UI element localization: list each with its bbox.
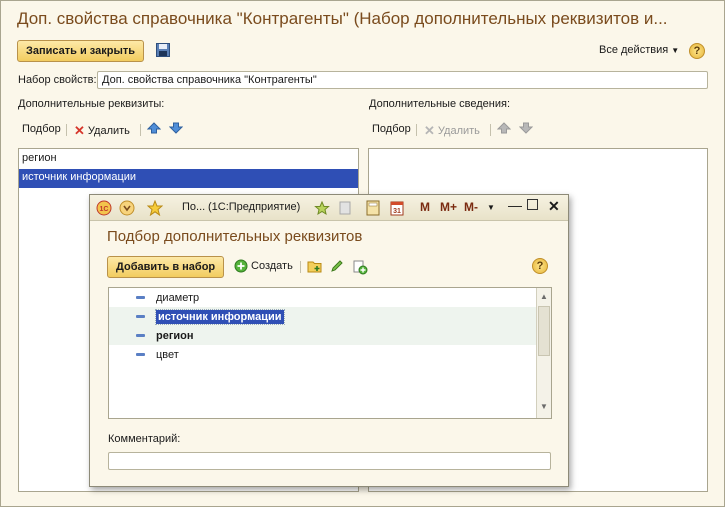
plus-circle-icon: [234, 259, 248, 273]
memory-plus-button[interactable]: M+: [440, 200, 457, 214]
add-to-set-button[interactable]: Добавить в набор: [107, 256, 225, 278]
comment-field[interactable]: [108, 452, 551, 470]
maximize-icon[interactable]: [527, 199, 538, 210]
toolbar-divider: [416, 124, 417, 136]
list-item[interactable]: регион: [19, 150, 358, 169]
row-text: регион: [156, 329, 194, 342]
dialog-help-icon[interactable]: ?: [532, 258, 548, 274]
right-pick-button[interactable]: Подбор: [372, 123, 411, 135]
window-title: Доп. свойства справочника "Контрагенты" …: [17, 9, 668, 28]
delete-icon: ✕: [74, 123, 85, 138]
right-move-up-button[interactable]: [497, 121, 511, 135]
scroll-down-icon[interactable]: ▼: [538, 400, 550, 414]
toolbar-divider: [490, 124, 491, 136]
all-actions-menu[interactable]: Все действия ▼: [599, 44, 679, 56]
chevron-down-icon[interactable]: ▼: [487, 203, 495, 212]
attribute-icon: [136, 315, 145, 318]
minimize-icon[interactable]: —: [508, 197, 522, 213]
left-pick-button[interactable]: Подбор: [22, 123, 61, 135]
left-delete-label: Удалить: [87, 125, 130, 137]
additional-info-heading: Дополнительные сведения:: [369, 98, 510, 110]
left-pick-label: Подбор: [22, 123, 61, 135]
dialog-title: Подбор дополнительных реквизитов: [107, 228, 363, 245]
copy-icon[interactable]: [352, 259, 368, 275]
attribute-icon: [136, 334, 145, 337]
property-set-label: Набор свойств:: [18, 74, 97, 86]
right-delete-label: Удалить: [437, 125, 480, 137]
app-name-label: (1С:Предприятие): [208, 201, 301, 213]
arrow-down-icon: [519, 122, 533, 134]
close-icon[interactable]: ✕: [548, 198, 560, 215]
attributes-grid[interactable]: диаметр источник информации регион цвет …: [108, 287, 552, 419]
pick-attributes-dialog: 1С По... (1С:Предприятие) 31 M M+ M- ▼ —…: [89, 194, 569, 487]
right-pick-label: Подбор: [372, 123, 411, 135]
save-and-close-button[interactable]: Записать и закрыть: [17, 40, 145, 62]
grid-scrollbar[interactable]: ▲ ▼: [536, 288, 551, 418]
calendar-icon[interactable]: 31: [389, 200, 405, 216]
additional-attributes-heading: Дополнительные реквизиты:: [18, 98, 165, 110]
comment-label: Комментарий:: [108, 433, 181, 445]
edit-pencil-icon[interactable]: [330, 259, 344, 273]
right-delete-button[interactable]: ✕ Удалить: [424, 123, 480, 139]
link-icon[interactable]: [337, 200, 353, 216]
save-icon[interactable]: [156, 43, 170, 57]
svg-text:1С: 1С: [100, 206, 109, 213]
property-set-field[interactable]: Доп. свойства справочника "Контрагенты": [97, 71, 708, 89]
row-text: диаметр: [156, 291, 200, 304]
scroll-up-icon[interactable]: ▲: [538, 290, 550, 304]
table-row[interactable]: цвет: [109, 345, 537, 364]
help-icon[interactable]: ?: [689, 43, 705, 59]
move-down-button[interactable]: [169, 121, 183, 135]
all-actions-label: Все действия: [599, 44, 669, 56]
create-label: Создать: [251, 260, 293, 272]
right-move-down-button[interactable]: [519, 121, 533, 135]
arrow-up-icon: [497, 122, 511, 134]
table-row[interactable]: регион: [109, 326, 537, 345]
move-up-button[interactable]: [147, 121, 161, 135]
table-row[interactable]: источник информации: [109, 307, 537, 326]
row-text: цвет: [156, 348, 179, 361]
add-folder-icon[interactable]: [307, 259, 323, 273]
scroll-thumb[interactable]: [538, 306, 550, 356]
arrow-up-icon: [147, 122, 161, 134]
star-icon[interactable]: [147, 200, 163, 216]
left-delete-button[interactable]: ✕ Удалить: [74, 123, 130, 139]
row-text: источник информации: [155, 308, 285, 325]
favorite-add-icon[interactable]: [314, 200, 330, 216]
calculator-icon[interactable]: [365, 200, 381, 216]
chevron-down-circle-icon[interactable]: [119, 200, 135, 216]
svg-text:31: 31: [393, 208, 401, 215]
table-row[interactable]: диаметр: [109, 288, 537, 307]
chevron-down-icon: ▼: [671, 45, 680, 55]
dialog-titlebar: 1С По... (1С:Предприятие) 31 M M+ M- ▼ —…: [90, 195, 568, 221]
toolbar-divider: [140, 124, 141, 136]
memory-button[interactable]: M: [420, 200, 430, 214]
memory-minus-button[interactable]: M-: [464, 200, 478, 214]
app-1c-icon[interactable]: 1С: [96, 200, 112, 216]
delete-icon: ✕: [424, 123, 435, 138]
attribute-icon: [136, 296, 145, 299]
create-button[interactable]: Создать: [234, 259, 293, 273]
toolbar-divider: [66, 124, 67, 136]
arrow-down-icon: [169, 122, 183, 134]
attribute-icon: [136, 353, 145, 356]
dialog-tab-title: По...: [182, 201, 206, 213]
list-item-selected[interactable]: источник информации: [19, 169, 358, 188]
toolbar-divider: [300, 261, 301, 273]
